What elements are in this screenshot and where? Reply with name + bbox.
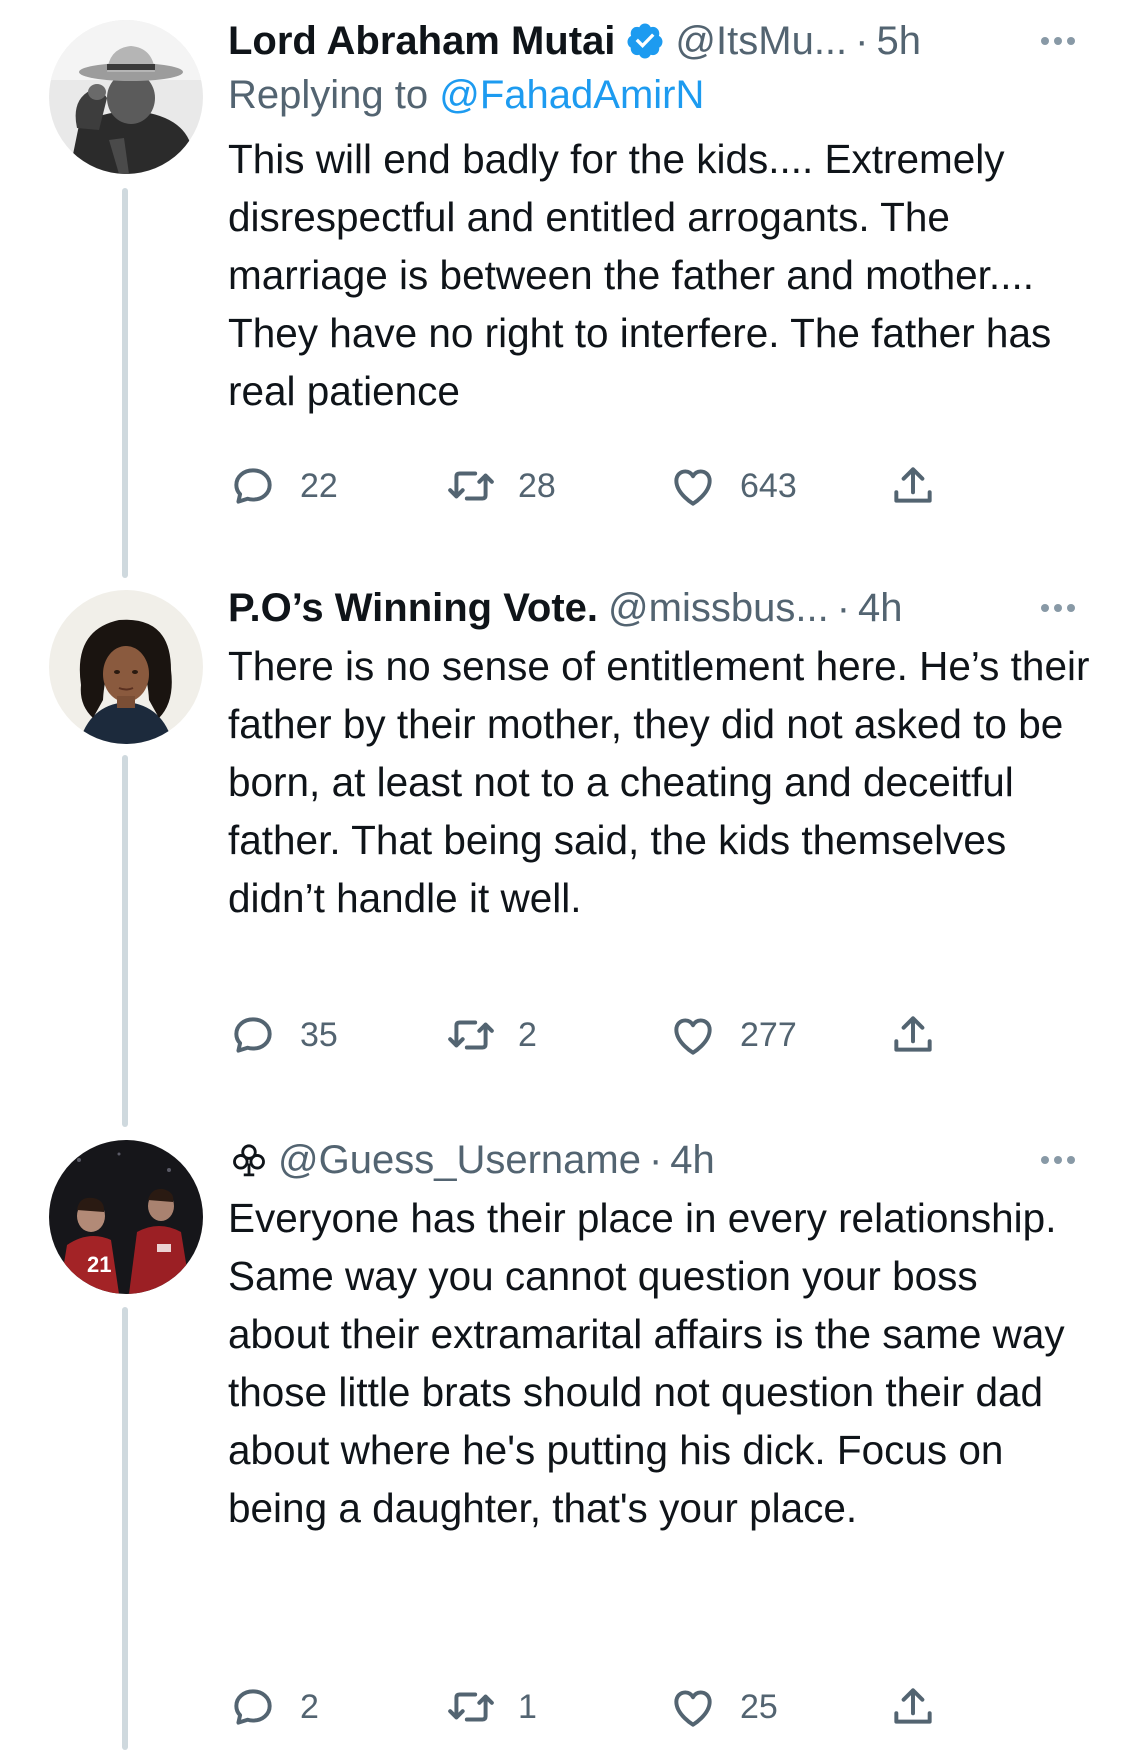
- tweet-actions: 35 2 277: [228, 1005, 932, 1065]
- more-dots-icon[interactable]: [1028, 18, 1088, 64]
- reply-count: 2: [300, 1687, 319, 1726]
- share-button[interactable]: [888, 1677, 938, 1737]
- retweet-count: 1: [518, 1687, 537, 1726]
- share-button[interactable]: [888, 456, 938, 516]
- avatar-football-players-icon: 21: [49, 1140, 203, 1294]
- share-upload-icon: [894, 467, 932, 503]
- mention-link[interactable]: @FahadAmirN: [439, 73, 704, 117]
- speech-bubble-icon: [234, 468, 272, 504]
- tweet-header: @Guess_Username · 4h: [228, 1137, 1090, 1183]
- tweet-text: Everyone has their place in every relati…: [228, 1195, 1065, 1531]
- tweet[interactable]: 21 @Guess_Username · 4h Everyone has the…: [0, 1125, 1125, 1750]
- tweet[interactable]: Lord Abraham Mutai @ItsMu... · 5h Replyi…: [0, 0, 1125, 578]
- avatar[interactable]: [49, 590, 203, 744]
- retweet-button[interactable]: 1: [446, 1677, 537, 1737]
- tweet[interactable]: P.O’s Winning Vote. @missbus... · 4h The…: [0, 575, 1125, 1127]
- heart-icon: [674, 469, 712, 506]
- reply-thread: Lord Abraham Mutai @ItsMu... · 5h Replyi…: [0, 0, 1125, 1750]
- display-name[interactable]: Lord Abraham Mutai: [228, 18, 615, 64]
- tweet-actions: 2 1 25: [228, 1677, 932, 1737]
- share-upload-icon: [894, 1688, 932, 1724]
- retweet-icon: [448, 1020, 494, 1050]
- tweet-text: This will end badly for the kids.... Ext…: [228, 136, 1052, 414]
- separator-dot: ·: [836, 586, 851, 630]
- separator-dot: ·: [855, 19, 869, 63]
- reply-button[interactable]: 2: [228, 1677, 319, 1737]
- reply-button[interactable]: 35: [228, 1005, 338, 1065]
- avatar-man-hat-icon: [49, 20, 203, 174]
- reply-count: 35: [300, 1015, 338, 1054]
- reply-count: 22: [300, 466, 338, 505]
- tweet-header: P.O’s Winning Vote. @missbus... · 4h: [228, 585, 1090, 631]
- speech-bubble-icon: [234, 1689, 272, 1725]
- tweet-actions: 22 28 643: [228, 456, 932, 516]
- heart-icon: [674, 1018, 712, 1055]
- replying-to: Replying to @FahadAmirN: [228, 66, 1090, 124]
- club-icon: [233, 1144, 265, 1177]
- like-count: 277: [740, 1015, 797, 1054]
- more-dots-icon[interactable]: [1028, 585, 1088, 631]
- retweet-button[interactable]: 2: [446, 1005, 537, 1065]
- retweet-button[interactable]: 28: [446, 456, 556, 516]
- like-button[interactable]: 277: [668, 1005, 797, 1065]
- display-name[interactable]: P.O’s Winning Vote.: [228, 585, 598, 631]
- like-button[interactable]: 643: [668, 456, 797, 516]
- timestamp[interactable]: 4h: [670, 1137, 715, 1183]
- timestamp[interactable]: 5h: [877, 18, 922, 64]
- retweet-icon: [448, 471, 494, 501]
- handle[interactable]: @missbus...: [608, 585, 829, 631]
- verified-badge-icon: [627, 23, 663, 59]
- reply-button[interactable]: 22: [228, 456, 338, 516]
- like-count: 643: [740, 466, 797, 505]
- timestamp[interactable]: 4h: [858, 585, 903, 631]
- share-upload-icon: [894, 1016, 932, 1052]
- separator-dot: ·: [648, 1138, 663, 1182]
- thread-line: [122, 1307, 128, 1750]
- share-button[interactable]: [888, 1005, 938, 1065]
- retweet-count: 28: [518, 466, 556, 505]
- avatar[interactable]: [49, 20, 203, 174]
- tweet-text: There is no sense of entitlement here. H…: [228, 643, 1090, 921]
- svg-text:21: 21: [87, 1252, 111, 1277]
- handle[interactable]: @ItsMu...: [675, 18, 847, 64]
- handle[interactable]: @Guess_Username: [278, 1137, 641, 1183]
- retweet-count: 2: [518, 1015, 537, 1054]
- thread-line: [122, 188, 128, 578]
- retweet-icon: [448, 1692, 494, 1722]
- avatar-woman-icon: [49, 590, 203, 744]
- thread-line: [122, 755, 128, 1127]
- speech-bubble-icon: [234, 1017, 272, 1053]
- replying-to-label: Replying to: [228, 73, 440, 117]
- tweet-header: Lord Abraham Mutai @ItsMu... · 5h: [228, 18, 1090, 64]
- avatar[interactable]: 21: [49, 1140, 203, 1294]
- like-count: 25: [740, 1687, 778, 1726]
- like-button[interactable]: 25: [668, 1677, 778, 1737]
- more-dots-icon[interactable]: [1028, 1137, 1088, 1183]
- heart-icon: [674, 1690, 712, 1727]
